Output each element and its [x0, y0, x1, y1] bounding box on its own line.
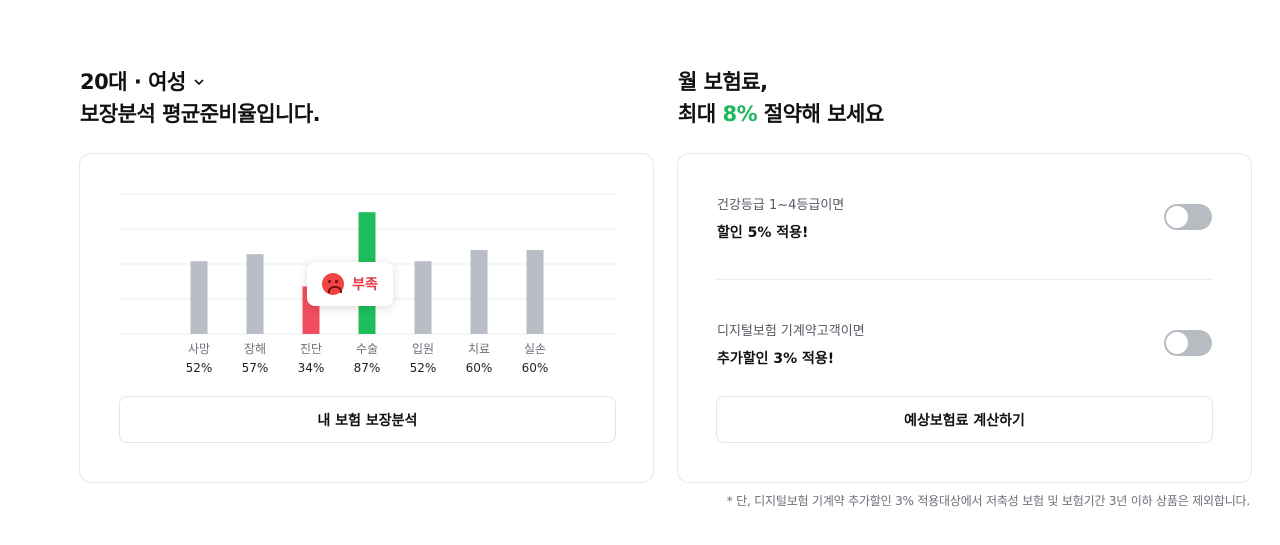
- coverage-bar-chart: 사망 52% 장해 57% 진단 34% 수술 87% 입원 52% 치료 60% 실손 60% 부족: [120, 184, 615, 384]
- coverage-card: 사망 52% 장해 57% 진단 34% 수술 87% 입원 52% 치료 60% 실손 60% 부족 내…: [79, 153, 654, 483]
- savings-heading-pre: 최대: [678, 102, 723, 126]
- savings-heading-post: 절약해 보세요: [757, 102, 884, 126]
- calculate-premium-button[interactable]: 예상보험료 계산하기: [716, 396, 1213, 443]
- value-label: 87%: [354, 361, 381, 375]
- digital-customer-condition: 디지털보험 기계약고객이면: [717, 324, 865, 339]
- value-label: 34%: [298, 361, 325, 375]
- savings-heading: 월 보험료, 최대 8% 절약해 보세요: [678, 66, 884, 130]
- category-label: 치료: [468, 342, 490, 356]
- savings-heading-line1: 월 보험료,: [678, 70, 768, 94]
- category-label: 진단: [300, 342, 322, 356]
- health-grade-option: 건강등급 1~4등급이면 할인 5% 적용!: [717, 194, 1213, 242]
- category-label: 입원: [412, 342, 434, 356]
- value-label: 57%: [242, 361, 269, 375]
- savings-heading-line2: 최대 8% 절약해 보세요: [678, 98, 884, 130]
- divider: [716, 279, 1212, 280]
- discount-card: 건강등급 1~4등급이면 할인 5% 적용! 디지털보험 기계약고객이면 추가할…: [677, 153, 1252, 483]
- health-grade-condition: 건강등급 1~4등급이면: [717, 198, 845, 213]
- category-label: 수술: [356, 342, 378, 356]
- shortage-label: 부족: [352, 277, 378, 293]
- demographic-selector[interactable]: 20대 · 여성: [80, 66, 320, 98]
- value-label: 60%: [522, 361, 549, 375]
- category-label: 장해: [244, 342, 266, 356]
- my-coverage-analysis-button[interactable]: 내 보험 보장분석: [119, 396, 616, 443]
- bar-입원: [414, 261, 432, 334]
- chevron-down-icon[interactable]: [192, 75, 206, 89]
- bar-장해: [246, 254, 264, 334]
- digital-customer-toggle[interactable]: [1164, 330, 1212, 356]
- value-label: 52%: [186, 361, 213, 375]
- coverage-heading-line2: 보장분석 평균준비율입니다.: [80, 102, 321, 126]
- coverage-heading: 20대 · 여성 보장분석 평균준비율입니다.: [80, 66, 321, 130]
- sad-face-icon: [322, 273, 345, 295]
- demographic-label[interactable]: 20대 · 여성: [80, 66, 186, 98]
- health-grade-discount: 할인 5% 적용!: [717, 225, 809, 241]
- footnote: * 단, 디지털보험 기계약 추가할인 3% 적용대상에서 저축성 보험 및 보…: [726, 494, 1251, 508]
- shortage-tooltip: 부족: [307, 262, 393, 306]
- health-grade-toggle[interactable]: [1164, 204, 1212, 230]
- digital-customer-discount: 추가할인 3% 적용!: [717, 351, 835, 367]
- category-label: 실손: [524, 342, 546, 356]
- bar-사망: [190, 261, 208, 334]
- savings-percent: 8%: [722, 102, 758, 126]
- value-label: 52%: [410, 361, 437, 375]
- digital-customer-option: 디지털보험 기계약고객이면 추가할인 3% 적용!: [717, 320, 1213, 368]
- bar-치료: [470, 250, 488, 334]
- value-label: 60%: [466, 361, 493, 375]
- bar-실손: [526, 250, 544, 334]
- category-label: 사망: [188, 342, 210, 356]
